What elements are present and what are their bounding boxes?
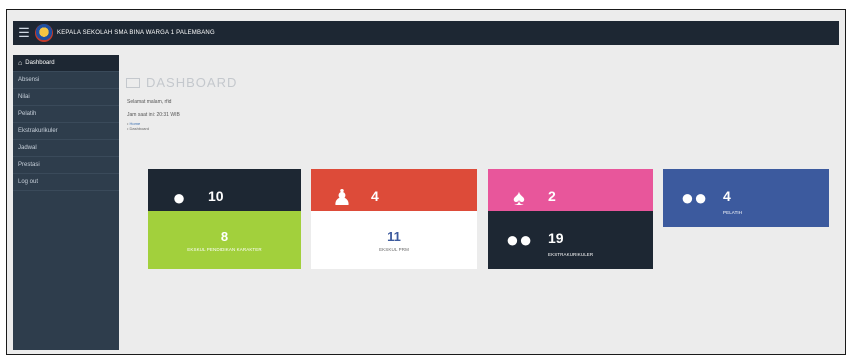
hamburger-icon[interactable]: ☰ bbox=[13, 21, 35, 45]
sidebar-item-prestasi[interactable]: Prestasi bbox=[13, 157, 119, 174]
stat-card-ekskul-prm[interactable]: 11 EKSKUL PRM bbox=[311, 211, 477, 269]
sidebar-item-label: Nilai bbox=[18, 94, 30, 100]
sidebar-item-label: Dashboard bbox=[25, 60, 55, 66]
app-title: KEPALA SEKOLAH SMA BINA WARGA 1 PALEMBAN… bbox=[57, 30, 215, 36]
sidebar-item-label: Pelatih bbox=[18, 111, 37, 117]
stat-value: 2 bbox=[548, 187, 556, 204]
stat-label: PELATIH bbox=[723, 209, 743, 215]
clock-text: Jam saat ini: 20:31 WIB bbox=[127, 112, 180, 118]
sidebar-item-dashboard[interactable]: ⌂ Dashboard bbox=[13, 55, 119, 72]
sidebar: ⌂ Dashboard Absensi Nilai Pelatih Ekstra… bbox=[13, 55, 119, 350]
sidebar-item-absensi[interactable]: Absensi bbox=[13, 72, 119, 89]
group-icon: ●● bbox=[505, 227, 533, 252]
sidebar-item-nilai[interactable]: Nilai bbox=[13, 89, 119, 106]
stat-value: 10 bbox=[208, 187, 224, 204]
stat-value: 8 bbox=[220, 228, 229, 244]
stat-value: 11 bbox=[387, 228, 401, 244]
stat-card-pelatih[interactable]: ●● 4 PELATIH bbox=[663, 169, 829, 227]
home-icon: ⌂ bbox=[18, 59, 23, 67]
stat-label: EKSKUL PENDIDIKAN KARAKTER bbox=[187, 246, 262, 252]
dashboard-icon bbox=[126, 77, 140, 88]
stat-value: 19 bbox=[548, 229, 564, 246]
welcome-text: Selamat malam, rfid bbox=[127, 99, 172, 105]
sidebar-item-logout[interactable]: Log out bbox=[13, 174, 119, 191]
group-icon: ●● bbox=[680, 185, 708, 210]
breadcrumb: • Home • Dashboard bbox=[127, 121, 150, 131]
female-icon: ♠ bbox=[513, 185, 525, 210]
top-navbar: ☰ KEPALA SEKOLAH SMA BINA WARGA 1 PALEMB… bbox=[13, 21, 839, 45]
stat-value: 4 bbox=[371, 187, 379, 204]
sidebar-item-ekstrakurikuler[interactable]: Ekstrakurikuler bbox=[13, 123, 119, 140]
stat-card-ekstrakurikuler[interactable]: ●● 19 EKSTRAKURIKULER bbox=[488, 211, 653, 269]
user-icon: ● bbox=[172, 185, 186, 210]
stat-label: EKSTRAKURIKULER bbox=[548, 251, 594, 257]
page-title-text: DASHBOARD bbox=[146, 75, 238, 90]
school-logo-icon bbox=[35, 24, 53, 42]
stat-card-pendidikan-karakter[interactable]: 8 EKSKUL PENDIDIKAN KARAKTER bbox=[148, 211, 301, 269]
stat-label: EKSKUL PRM bbox=[379, 246, 409, 252]
sidebar-item-label: Prestasi bbox=[18, 162, 40, 168]
male-icon: ♟ bbox=[332, 185, 352, 210]
sidebar-item-jadwal[interactable]: Jadwal bbox=[13, 140, 119, 157]
sidebar-item-label: Ekstrakurikuler bbox=[18, 128, 58, 134]
breadcrumb-current: Dashboard bbox=[129, 126, 150, 131]
sidebar-item-pelatih[interactable]: Pelatih bbox=[13, 106, 119, 123]
sidebar-item-label: Absensi bbox=[18, 77, 40, 83]
sidebar-item-label: Jadwal bbox=[18, 145, 37, 151]
page-title: DASHBOARD bbox=[126, 75, 237, 90]
stat-value: 4 bbox=[723, 187, 731, 204]
sidebar-item-label: Log out bbox=[18, 179, 39, 185]
